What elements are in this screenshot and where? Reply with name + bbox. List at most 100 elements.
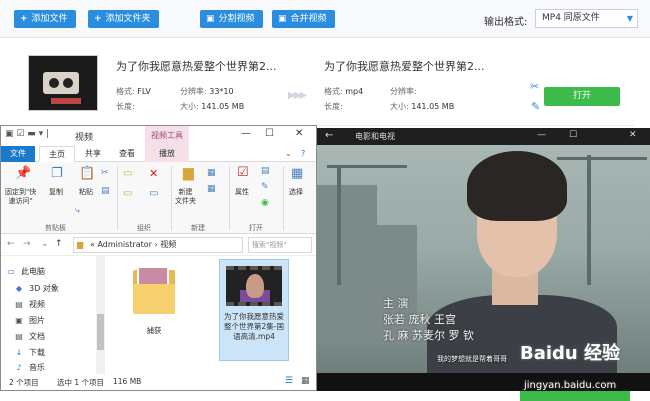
new-folder-button[interactable]: 新建 文件夹	[175, 188, 196, 206]
open-icon[interactable]: ▤	[261, 166, 270, 176]
open-button[interactable]: 打开	[544, 87, 620, 106]
rename-icon[interactable]: ▭	[149, 188, 158, 199]
nav-item-pictures[interactable]: ▣ 图片	[13, 315, 45, 326]
breadcrumb[interactable]: ▆ « Administrator › 视频	[73, 237, 243, 253]
merge-video-button[interactable]: ▣ 合并视频	[272, 10, 335, 28]
folder-icon[interactable]	[133, 266, 175, 316]
video-file-name: 为了你我愿意热爱整个世界第2集-国语高清.mp4	[224, 312, 284, 341]
pin-quick-access-button[interactable]: 固定到"快 速访问"	[5, 188, 36, 206]
status-bar: 2 个项目 选中 1 个项目 116 MB ☰ ▦	[1, 374, 316, 390]
video-tools-tab[interactable]: 视频工具	[145, 126, 189, 146]
item-count: 2 个项目	[9, 378, 39, 387]
source-resolution: 分辨率: 33*10	[180, 87, 234, 96]
maximize-icon[interactable]: ☐	[569, 130, 577, 140]
picture-folder-icon: ▣	[15, 316, 23, 325]
nav-item-downloads[interactable]: ↓ 下载	[13, 347, 45, 358]
new-item-icon[interactable]: ▦	[207, 168, 216, 178]
tab-home[interactable]: 主页	[39, 146, 75, 162]
organize-group-label: 组织	[137, 224, 151, 232]
target-resolution: 分辨率:	[390, 87, 417, 96]
scissors-icon[interactable]: ✂	[530, 80, 539, 93]
properties-icon[interactable]: ☑	[237, 165, 249, 180]
nav-item-videos[interactable]: ▤ 视频	[13, 299, 45, 310]
source-size: 大小: 141.05 MB	[180, 102, 245, 111]
copy-to-icon[interactable]: ▭	[123, 188, 132, 199]
paste-button[interactable]: 粘贴	[79, 188, 93, 197]
tab-view[interactable]: 查看	[113, 146, 141, 162]
minimize-icon[interactable]: —	[537, 130, 546, 140]
chevron-down-icon[interactable]: ⌄	[41, 239, 49, 249]
clipboard-group-label: 剪贴板	[45, 224, 66, 232]
tab-file[interactable]: 文件	[1, 146, 35, 162]
split-video-button[interactable]: ▣ 分割视频	[200, 10, 263, 28]
target-size: 大小: 141.05 MB	[390, 102, 455, 111]
folder-icon: ▆	[77, 240, 84, 249]
tab-play[interactable]: 播放	[145, 146, 189, 162]
player-titlebar: ← 电影和电视 — ☐ ✕	[317, 128, 650, 145]
target-title: 为了你我愿意热爱整个世界第2...	[324, 60, 485, 73]
copy-button[interactable]: 复制	[49, 188, 63, 197]
tab-share[interactable]: 共享	[79, 146, 107, 162]
forward-arrow-icon[interactable]: →	[23, 239, 31, 249]
breadcrumb-current[interactable]: 视频	[160, 240, 176, 249]
paste-shortcut-icon[interactable]: ⤷	[75, 206, 80, 216]
details-view-icon[interactable]: ☰	[285, 376, 293, 386]
chevron-down-icon[interactable]: ⌄	[285, 149, 292, 158]
large-icons-view-icon[interactable]: ▦	[301, 376, 310, 386]
nav-item-3d-objects[interactable]: ◆ 3D 对象	[13, 283, 59, 294]
up-arrow-icon[interactable]: ↑	[55, 239, 63, 249]
close-icon[interactable]: ✕	[629, 130, 637, 140]
move-to-icon[interactable]: ▭	[123, 168, 132, 179]
target-format: 格式: mp4	[324, 87, 364, 96]
address-bar: ← → ⌄ ↑ ▆ « Administrator › 视频 搜索"视频"	[1, 234, 316, 256]
properties-button[interactable]: 属性	[235, 188, 249, 197]
output-format-select[interactable]: MP4 同原文件 ▼	[535, 9, 638, 28]
add-file-button[interactable]: + 添加文件	[14, 10, 76, 28]
maximize-icon[interactable]: ☐	[265, 128, 274, 139]
pin-icon[interactable]: 📌	[15, 166, 31, 181]
select-button[interactable]: 选择	[289, 188, 303, 197]
plus-icon: +	[94, 14, 102, 24]
credit-line-1: 主 演	[383, 297, 409, 310]
merge-icon: ▣	[278, 14, 287, 24]
credit-line-3: 孔 麻 苏麦尔 罗 钦	[383, 329, 474, 342]
selected-video-file[interactable]: 为了你我愿意热爱整个世界第2集-国语高清.mp4	[219, 259, 289, 361]
nav-item-documents[interactable]: ▤ 文档	[13, 331, 45, 342]
close-icon[interactable]: ✕	[295, 128, 303, 139]
help-icon[interactable]: ?	[301, 149, 305, 158]
nav-item-this-pc[interactable]: ▭ 此电脑	[5, 266, 45, 277]
nav-item-music[interactable]: ♪ 音乐	[13, 362, 45, 373]
convert-arrow-icon: ▶▶▶	[288, 90, 307, 101]
document-folder-icon: ▤	[15, 332, 23, 341]
copy-icon[interactable]: ❐	[51, 166, 63, 181]
back-arrow-icon[interactable]: ←	[325, 130, 333, 141]
credit-line-2: 张若 庞秋 王宫	[383, 313, 456, 326]
add-folder-button[interactable]: + 添加文件夹	[88, 10, 159, 28]
source-format: 格式: FLV	[116, 87, 151, 96]
quick-access-toolbar[interactable]: ▣ ☑ ▬ ▾ |	[5, 129, 49, 139]
subtitle-text: 我的梦想就是帮着哥哥	[437, 355, 507, 363]
open-button-fragment	[520, 391, 630, 401]
easy-access-icon[interactable]: ▦	[207, 184, 216, 194]
plus-icon: +	[20, 14, 28, 24]
back-arrow-icon[interactable]: ←	[7, 239, 15, 249]
breadcrumb-root[interactable]: Administrator	[97, 240, 152, 249]
new-folder-icon[interactable]: ▆	[183, 165, 194, 181]
selected-size: 116 MB	[113, 377, 142, 386]
paste-icon[interactable]: 📋	[79, 166, 95, 181]
minimize-icon[interactable]: —	[241, 128, 251, 139]
open-group-label: 打开	[249, 224, 263, 232]
history-icon[interactable]: ◉	[261, 198, 269, 208]
select-icon[interactable]: ▦	[291, 166, 303, 181]
edit-icon[interactable]: ✎	[531, 100, 540, 113]
nav-scrollbar[interactable]	[96, 256, 105, 374]
delete-icon[interactable]: ✕	[149, 167, 158, 180]
new-group-label: 新建	[191, 224, 205, 232]
cube-icon: ◆	[15, 284, 23, 293]
search-input[interactable]: 搜索"视频"	[248, 237, 312, 253]
cut-icon[interactable]: ✂	[101, 168, 109, 178]
edit-icon[interactable]: ✎	[261, 182, 269, 192]
folder-name[interactable]: 捕获	[133, 326, 175, 336]
copy-path-icon[interactable]: ▤	[101, 186, 110, 196]
ribbon-tabs: 文件 主页 共享 查看 播放 ⌄ ?	[1, 146, 316, 162]
